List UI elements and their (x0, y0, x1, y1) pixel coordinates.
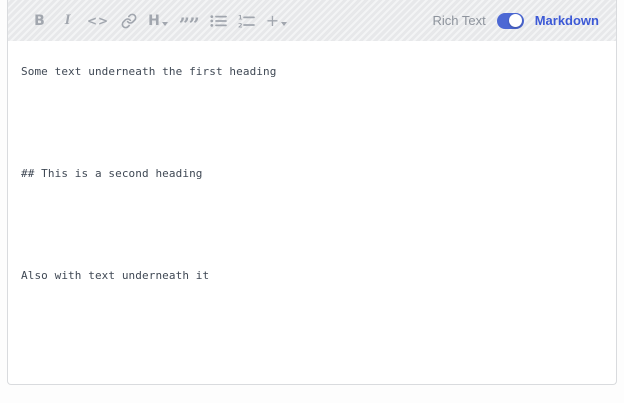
blockquote-button[interactable]: ”” (178, 8, 200, 34)
ordered-list-button[interactable]: 12 (237, 8, 256, 34)
chevron-down-icon (281, 22, 287, 26)
markdown-label: Markdown (535, 13, 599, 28)
toggle-knob (509, 14, 522, 27)
svg-text:1: 1 (238, 14, 243, 22)
heading-button[interactable]: H (147, 8, 169, 34)
blank-line (21, 216, 603, 233)
bold-button[interactable]: B (30, 8, 49, 34)
code-button[interactable]: <> (86, 8, 110, 34)
insert-button[interactable]: + (265, 8, 288, 34)
code-icon: <> (87, 14, 109, 28)
doc-line-heading2: ## This is a second heading (21, 165, 603, 182)
blank-line (21, 318, 603, 335)
mode-toggle[interactable] (497, 13, 524, 29)
markdown-editor: B I <> H ”” (7, 0, 617, 385)
blockquote-icon: ”” (179, 20, 199, 30)
link-icon (121, 13, 137, 29)
italic-button[interactable]: I (58, 8, 77, 34)
heading-icon: H (148, 13, 160, 29)
mode-switch-cluster: Rich Text Markdown (432, 13, 599, 29)
svg-text:2: 2 (238, 21, 243, 27)
bullet-list-button[interactable] (209, 8, 228, 34)
formatting-buttons: B I <> H ”” (30, 8, 288, 34)
italic-icon: I (65, 12, 71, 29)
plus-icon: + (266, 11, 279, 30)
editor-toolbar: B I <> H ”” (8, 0, 616, 41)
rich-text-label: Rich Text (432, 13, 485, 28)
ordered-list-icon: 12 (238, 14, 255, 28)
blank-line (21, 114, 603, 131)
clipped-scrolled-line: Some text underneath the first heading (21, 63, 603, 80)
blank-line (21, 369, 603, 385)
bold-icon: B (34, 13, 45, 29)
markdown-textarea[interactable]: Some text underneath the first heading #… (8, 41, 616, 385)
bullet-list-icon (210, 14, 227, 28)
link-button[interactable] (119, 8, 138, 34)
doc-line-text: Also with text underneath it (21, 267, 603, 284)
chevron-down-icon (162, 22, 168, 26)
